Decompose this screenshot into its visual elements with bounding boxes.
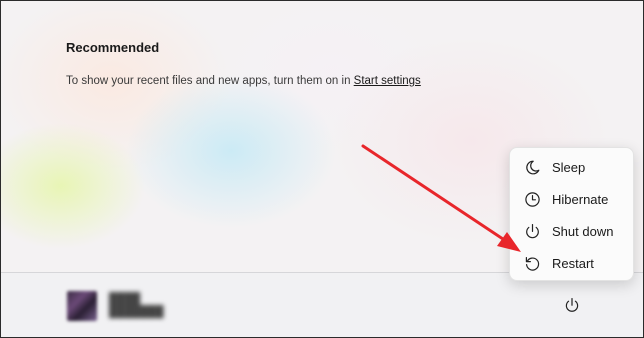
power-icon xyxy=(565,297,579,312)
recommended-message-text: To show your recent files and new apps, … xyxy=(66,75,354,87)
power-menu: Sleep Hibernate Shut down Restart xyxy=(509,147,634,281)
start-settings-link[interactable]: Start settings xyxy=(354,75,421,87)
menu-item-restart[interactable]: Restart xyxy=(510,247,633,279)
user-avatar[interactable] xyxy=(67,291,97,321)
user-name-line1: ████ xyxy=(109,293,141,305)
power-button[interactable] xyxy=(557,290,587,320)
clock-icon xyxy=(524,191,541,208)
power-icon xyxy=(524,223,541,240)
recommended-heading: Recommended xyxy=(66,40,160,55)
user-name-line2: ███████ xyxy=(109,306,164,318)
user-name[interactable]: ████ ███████ xyxy=(109,293,164,319)
restart-icon xyxy=(524,255,541,272)
moon-icon xyxy=(524,159,541,176)
start-footer: ████ ███████ xyxy=(1,272,643,337)
menu-item-shut-down[interactable]: Shut down xyxy=(510,215,633,247)
recommended-message: To show your recent files and new apps, … xyxy=(66,75,421,87)
menu-item-hibernate[interactable]: Hibernate xyxy=(510,183,633,215)
menu-item-sleep[interactable]: Sleep xyxy=(510,151,633,183)
menu-item-label: Shut down xyxy=(552,224,614,239)
menu-item-label: Hibernate xyxy=(552,192,609,207)
menu-item-label: Sleep xyxy=(552,160,586,175)
start-menu: Recommended To show your recent files an… xyxy=(0,0,644,338)
menu-item-label: Restart xyxy=(552,256,594,271)
